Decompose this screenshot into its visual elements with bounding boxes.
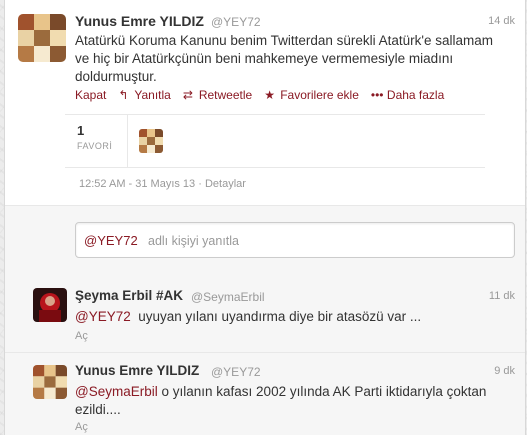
retweet-button[interactable]: ⇄ Retweetle — [183, 88, 252, 102]
reply-area: @YEY72 adlı kişiyi yanıtla — [5, 205, 525, 273]
more-icon: ••• — [370, 88, 384, 102]
favorite-label: Favorilere ekle — [280, 88, 359, 102]
favorites-label: FAVORİ — [77, 141, 113, 151]
tweet-text: Atatürkü Koruma Kanunu benim Twitterdan … — [75, 33, 494, 84]
reply-label: Yanıtla — [134, 88, 171, 102]
reply-text: @SeymaErbil o yılanın kafası 2002 yılınd… — [75, 383, 510, 419]
tweet-stream: Yunus Emre YILDIZ @YEY72 14 dk Atatürkü … — [4, 0, 526, 435]
favoriter-avatar-image — [139, 129, 163, 153]
expand-link[interactable]: Aç — [75, 421, 88, 433]
tweet-time[interactable]: 14 dk — [488, 15, 515, 27]
author-handle[interactable]: @YEY72 — [211, 15, 261, 29]
favorite-button[interactable]: ★ Favorilere ekle — [264, 88, 359, 102]
star-icon: ★ — [264, 88, 275, 102]
avatar-seyma-image — [33, 288, 67, 322]
reply-mention-link[interactable]: @YEY72 — [75, 309, 131, 324]
tweet-actions: Kapat ↰ Yanıtla ⇄ Retweetle ★ Favorilere ek… — [75, 88, 444, 102]
reply-mention: @YEY72 — [84, 233, 138, 248]
reply-time[interactable]: 9 dk — [494, 365, 515, 377]
favoriter-avatar[interactable] — [139, 129, 163, 153]
avatar-seyma[interactable] — [33, 288, 67, 322]
avatar-yunus-image — [33, 365, 67, 399]
more-label: Daha fazla — [386, 88, 445, 102]
avatar-yunus[interactable] — [33, 365, 67, 399]
reply-author-name[interactable]: Yunus Emre YILDIZ — [75, 363, 199, 378]
reply-button[interactable]: ↰ Yanıtla — [118, 88, 170, 102]
reply-placeholder: adlı kişiyi yanıtla — [148, 234, 240, 248]
reply-tweet[interactable]: Şeyma Erbil #AK @SeymaErbil 11 dk @YEY72… — [5, 272, 525, 353]
reply-author-handle[interactable]: @SeymaErbil — [191, 290, 265, 304]
reply-icon: ↰ — [118, 88, 129, 102]
avatar-yunus[interactable] — [18, 14, 66, 62]
close-label: Kapat — [75, 88, 107, 102]
retweet-icon: ⇄ — [182, 88, 193, 102]
favorites-count[interactable]: 1 — [77, 123, 84, 138]
tweet-timestamp: 12:52 AM - 31 Mayıs 13 — [79, 178, 196, 190]
reply-mention-link[interactable]: @SeymaErbil — [75, 384, 158, 399]
reply-body: uyuyan yılanı uyandırma diye bir atasözü… — [138, 309, 422, 324]
meta-separator: · — [198, 178, 205, 190]
stats-divider — [127, 115, 128, 167]
reply-tweet[interactable]: Yunus Emre YILDIZ @YEY72 9 dk @SeymaErbi… — [5, 353, 525, 435]
details-link[interactable]: Detaylar — [205, 178, 246, 190]
close-button[interactable]: Kapat — [75, 88, 106, 102]
reply-text: @YEY72 uyuyan yılanı uyandırma diye bir … — [75, 308, 505, 326]
expand-link[interactable]: Aç — [75, 330, 88, 342]
reply-author-handle[interactable]: @YEY72 — [211, 365, 261, 379]
avatar-yunus-image — [18, 14, 66, 62]
more-button[interactable]: ••• Daha fazla — [371, 88, 444, 102]
reply-input[interactable]: @YEY72 adlı kişiyi yanıtla — [75, 222, 515, 258]
tweet-stats: 1 FAVORİ — [65, 114, 485, 168]
reply-time[interactable]: 11 dk — [489, 290, 515, 302]
retweet-label: Retweetle — [198, 88, 253, 102]
reply-author-name[interactable]: Şeyma Erbil #AK — [75, 288, 183, 303]
author-name[interactable]: Yunus Emre YILDIZ — [75, 13, 204, 29]
tweet-meta: 12:52 AM - 31 Mayıs 13 · Detaylar — [79, 178, 246, 190]
